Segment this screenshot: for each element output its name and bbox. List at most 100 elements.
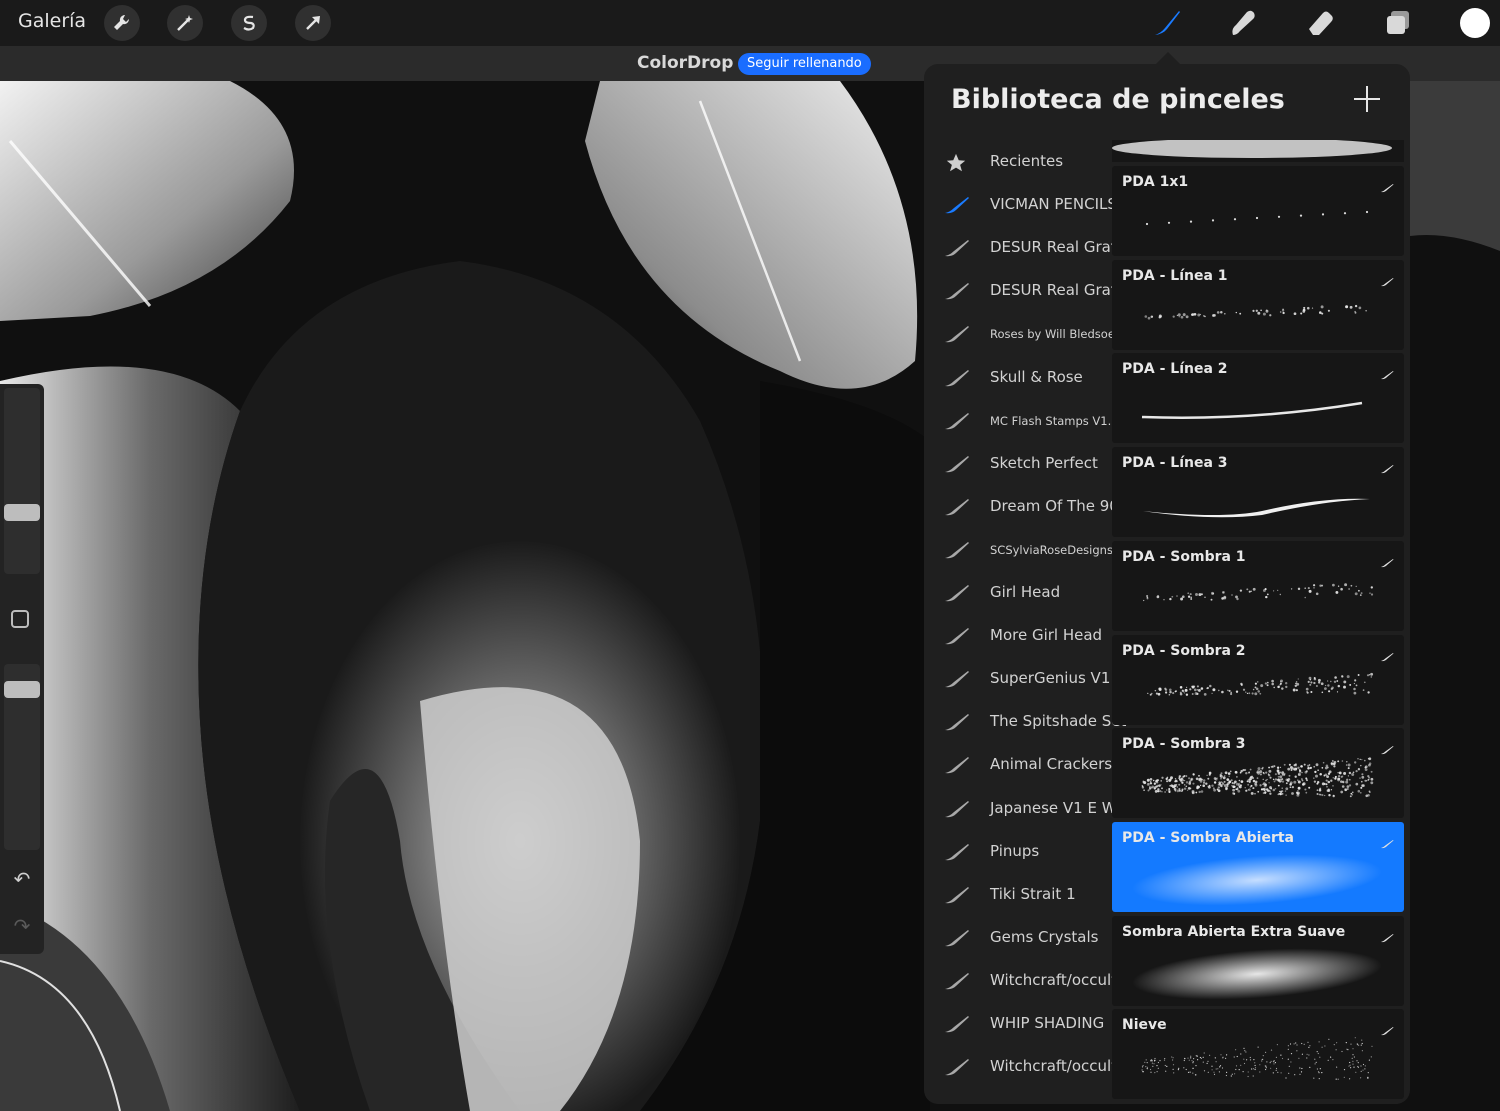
brush-item[interactable]: Nieve xyxy=(1112,1009,1404,1100)
brush-set-icon xyxy=(944,885,970,905)
brush-set-item[interactable]: Gems Crystals xyxy=(924,916,1112,959)
brush-edit-icon xyxy=(1380,740,1394,755)
brush-set-item[interactable]: More Girl Head xyxy=(924,614,1112,657)
brush-set-item[interactable]: Dream Of The 90's xyxy=(924,485,1131,528)
brush-set-label: MC Flash Stamps V1.2 xyxy=(990,413,1119,428)
modify-button[interactable] xyxy=(11,610,29,628)
add-set-icon[interactable] xyxy=(1354,86,1380,112)
brush-library-title: Biblioteca de pinceles xyxy=(951,84,1285,115)
brush-set-icon xyxy=(944,669,970,689)
selection-icon[interactable] xyxy=(231,5,267,41)
brush-name: PDA - Línea 1 xyxy=(1122,267,1228,284)
brush-set-label: Dream Of The 90's xyxy=(990,496,1131,515)
brush-item[interactable]: PDA - Sombra 1 xyxy=(1112,540,1404,631)
brush-set-icon xyxy=(944,799,970,819)
brush-set-label: Witchcraft/occult 2 xyxy=(990,970,1132,989)
brush-name: PDA - Línea 3 xyxy=(1122,455,1228,472)
brush-set-item[interactable]: DESUR Real Graff xyxy=(924,226,1121,269)
brush-set-label: Witchcraft/occult xyxy=(990,1057,1118,1076)
brush-set-item[interactable]: Skull & Rose xyxy=(924,356,1112,399)
brush-set-label: VICMAN PENCILS xyxy=(990,195,1117,214)
smudge-icon[interactable] xyxy=(1226,6,1260,40)
top-toolbar: Galería xyxy=(0,0,1500,46)
brush-set-icon xyxy=(944,324,970,344)
brush-set-label: SCSylviaRoseDesigns xyxy=(990,542,1113,557)
brush-set-item[interactable]: Japanese V1 E Wells xyxy=(924,787,1141,830)
transform-arrow-icon[interactable] xyxy=(295,5,331,41)
brush-set-item[interactable]: Girl Head xyxy=(924,571,1112,614)
colordrop-title: ColorDrop xyxy=(637,53,734,73)
magic-wand-icon[interactable] xyxy=(167,5,203,41)
brush-name: PDA - Sombra 3 xyxy=(1122,736,1246,753)
brush-edit-icon xyxy=(1380,178,1394,193)
brush-item[interactable]: PDA - Línea 1 xyxy=(1112,259,1404,350)
brush-library-panel: Biblioteca de pinceles Recientes VICMAN P… xyxy=(924,64,1410,1104)
brush-set-item[interactable]: VICMAN PENCILS xyxy=(924,183,1117,226)
brush-set-label: DESUR Real Graff xyxy=(990,281,1122,300)
undo-icon[interactable]: ↶ xyxy=(9,868,35,890)
redo-icon[interactable]: ↷ xyxy=(9,915,35,937)
brush-edit-icon xyxy=(1380,647,1394,661)
brush-set-icon xyxy=(944,497,970,517)
brush-set-icon xyxy=(944,928,970,948)
brush-set-icon xyxy=(944,583,970,603)
continue-filling-button[interactable]: Seguir rellenando xyxy=(738,53,871,75)
brush-set-item[interactable]: SCSylviaRoseDesigns xyxy=(924,528,1113,571)
brush-set-label: The Spitshade Set xyxy=(990,712,1127,731)
brush-name: PDA - Sombra 2 xyxy=(1122,642,1246,659)
brush-size-slider[interactable] xyxy=(4,388,40,574)
brush-name: PDA - Sombra 1 xyxy=(1122,548,1246,565)
brush-item[interactable]: PDA - Línea 3 xyxy=(1112,447,1404,538)
brush-name: Sombra Abierta Extra Suave xyxy=(1122,923,1346,940)
brush-item[interactable]: Sombra Abierta Extra Suave xyxy=(1112,915,1404,1006)
brush-set-label: WHIP SHADING xyxy=(990,1014,1105,1032)
brush-set-label: Recientes xyxy=(990,152,1064,170)
eraser-icon[interactable] xyxy=(1304,6,1338,40)
brush-set-item[interactable]: The Spitshade Set xyxy=(924,700,1126,743)
brush-edit-icon xyxy=(1380,272,1394,286)
brush-set-icon xyxy=(944,540,970,560)
brush-set-icon xyxy=(944,1014,970,1034)
brush-size-knob[interactable] xyxy=(4,504,40,521)
brush-set-label: Roses by Will Bledsoe xyxy=(990,327,1115,342)
color-picker-swatch[interactable] xyxy=(1460,8,1490,38)
previous-brush-preview[interactable] xyxy=(1112,140,1404,162)
popover-arrow xyxy=(1156,52,1180,64)
brush-set-icon xyxy=(944,195,970,215)
brush-set-item[interactable]: Recientes xyxy=(924,140,1112,183)
brush-set-item[interactable]: Witchcraft/occult xyxy=(924,1045,1117,1088)
brush-edit-icon xyxy=(1380,928,1394,942)
brush-item[interactable]: PDA - Sombra 2 xyxy=(1112,634,1404,725)
brush-set-icon xyxy=(944,454,970,474)
brush-set-icon xyxy=(944,626,970,646)
brush-set-item[interactable]: Tiki Strait 1 xyxy=(924,873,1112,916)
brush-item[interactable]: PDA - Sombra 3 xyxy=(1112,728,1404,819)
brush-set-icon xyxy=(944,971,970,991)
brush-item[interactable]: PDA 1x1 xyxy=(1112,166,1404,256)
brush-set-item[interactable]: DESUR Real Graff xyxy=(924,269,1121,312)
brush-set-icon xyxy=(944,238,970,258)
brush-set-item[interactable]: Sketch Perfect xyxy=(924,442,1112,485)
brush-set-item[interactable]: Witchcraft/occult 2 xyxy=(924,959,1131,1002)
gallery-button[interactable]: Galería xyxy=(18,10,86,32)
opacity-knob[interactable] xyxy=(4,681,40,698)
brush-set-label: SuperGenius V1 xyxy=(990,669,1111,688)
brush-set-item[interactable]: Animal Crackers V1 xyxy=(924,743,1137,786)
brush-set-label: More Girl Head xyxy=(990,626,1103,645)
brush-name: Nieve xyxy=(1122,1017,1167,1034)
brush-set-icon xyxy=(944,842,970,862)
brush-set-item[interactable]: WHIP SHADING xyxy=(924,1002,1112,1045)
brush-item[interactable]: PDA - Sombra Abierta xyxy=(1112,821,1404,912)
brush-set-label: Tiki Strait 1 xyxy=(990,884,1076,903)
brush-set-item[interactable]: Roses by Will Bledsoe xyxy=(924,312,1115,355)
brush-set-icon xyxy=(944,755,970,775)
brush-set-item[interactable]: MC Flash Stamps V1.2 xyxy=(924,399,1119,442)
brush-icon[interactable] xyxy=(1150,6,1184,40)
brush-set-icon xyxy=(944,1057,970,1077)
brush-set-label: Sketch Perfect xyxy=(990,453,1098,472)
wrench-icon[interactable] xyxy=(104,5,140,41)
brush-item[interactable]: PDA - Línea 2 xyxy=(1112,353,1404,444)
brush-set-item[interactable]: Pinups xyxy=(924,830,1112,873)
brush-set-item[interactable]: SuperGenius V1 xyxy=(924,657,1112,700)
layers-icon[interactable] xyxy=(1381,6,1415,40)
